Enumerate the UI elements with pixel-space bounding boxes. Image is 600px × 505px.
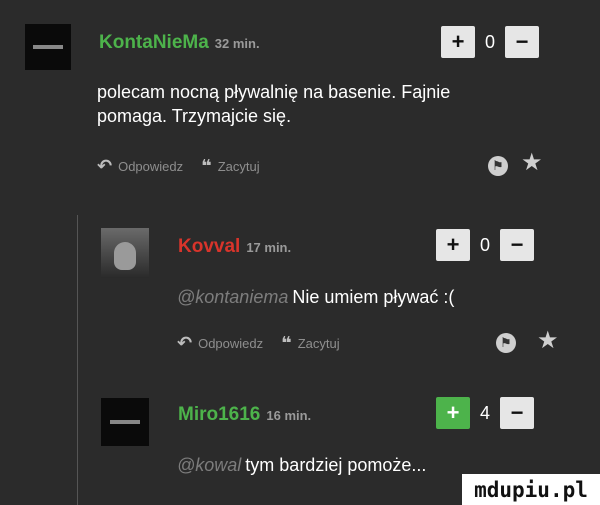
comment-text-line: polecam nocną pływalnię na basenie. Fajn… xyxy=(97,82,451,102)
comment-time: 16 min. xyxy=(266,408,312,423)
vote-widget: + 0 − xyxy=(436,229,534,261)
comment-text-line: Nie umiem pływać :( xyxy=(292,287,455,307)
vote-count: 4 xyxy=(479,402,490,423)
upvote-button[interactable]: + xyxy=(436,397,470,429)
mention-link[interactable]: @kowal xyxy=(177,455,241,475)
comment-text: @kowal tym bardziej pomoże... xyxy=(177,453,426,477)
watermark-logo: mdupiu.pl xyxy=(462,474,600,505)
quote-link[interactable]: Zacytuj xyxy=(298,336,340,351)
star-icon[interactable]: ★ xyxy=(537,326,559,355)
comment-actions: ↶ Odpowiedz ❝ Zacytuj xyxy=(177,333,340,354)
comment-time: 17 min. xyxy=(246,240,292,255)
comment-author: Miro1616 16 min. xyxy=(178,404,311,426)
vote-count: 0 xyxy=(479,234,490,255)
comment-text-line: tym bardziej pomoże... xyxy=(245,455,427,475)
vote-widget: + 4 − xyxy=(436,397,534,429)
quote-icon[interactable]: ❝ xyxy=(281,333,292,354)
reply-link[interactable]: Odpowiedz xyxy=(198,336,263,351)
vote-widget: + 0 − xyxy=(441,26,539,58)
downvote-button[interactable]: − xyxy=(505,26,539,58)
downvote-button[interactable]: − xyxy=(500,397,534,429)
avatar[interactable] xyxy=(101,228,149,278)
mention-link[interactable]: @kontaniema xyxy=(177,287,288,307)
reply-link[interactable]: Odpowiedz xyxy=(118,159,183,174)
avatar[interactable] xyxy=(25,24,71,70)
flag-icon[interactable]: ⚑ xyxy=(488,156,508,176)
thread-line xyxy=(77,215,78,505)
quote-icon[interactable]: ❝ xyxy=(201,156,212,177)
vote-count: 0 xyxy=(484,31,495,52)
comment-time: 32 min. xyxy=(214,36,260,51)
comment-author: Kovval 17 min. xyxy=(178,236,291,258)
reply-arrow-icon[interactable]: ↶ xyxy=(97,156,112,177)
upvote-button[interactable]: + xyxy=(436,229,470,261)
downvote-button[interactable]: − xyxy=(500,229,534,261)
author-name[interactable]: Miro1616 xyxy=(178,404,260,425)
comment-text-line: pomaga. Trzymajcie się. xyxy=(97,106,292,126)
comment-actions: ↶ Odpowiedz ❝ Zacytuj xyxy=(97,156,260,177)
reply-arrow-icon[interactable]: ↶ xyxy=(177,333,192,354)
author-name[interactable]: Kovval xyxy=(178,236,240,257)
comment-text: polecam nocną pływalnię na basenie. Fajn… xyxy=(97,80,450,128)
author-name[interactable]: KontaNieMa xyxy=(99,32,209,53)
avatar[interactable] xyxy=(101,398,149,446)
comment-author: KontaNieMa 32 min. xyxy=(99,32,260,54)
star-icon[interactable]: ★ xyxy=(521,148,543,177)
quote-link[interactable]: Zacytuj xyxy=(218,159,260,174)
comment-text: @kontaniema Nie umiem pływać :( xyxy=(177,285,454,309)
upvote-button[interactable]: + xyxy=(441,26,475,58)
flag-icon[interactable]: ⚑ xyxy=(496,333,516,353)
